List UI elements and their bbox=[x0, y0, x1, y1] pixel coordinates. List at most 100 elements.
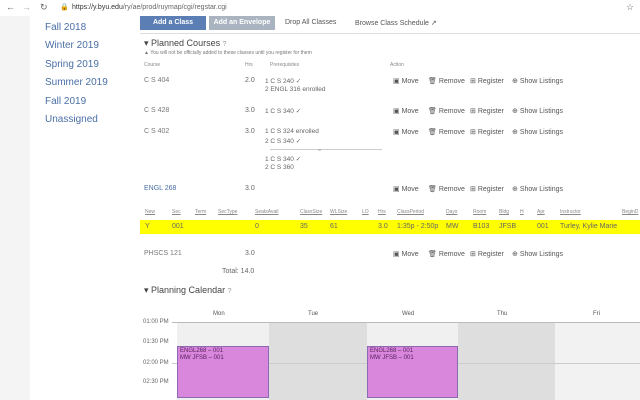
forward-icon[interactable]: → bbox=[22, 2, 31, 12]
listings-button[interactable]: ⊕ Show Listings bbox=[512, 128, 563, 136]
course-code[interactable]: C S 404 bbox=[144, 77, 169, 84]
remove-button[interactable]: 🗑 Remove bbox=[428, 250, 465, 258]
section-cell: 3.0 bbox=[378, 223, 388, 230]
section-col-header[interactable]: Bldg bbox=[499, 209, 509, 215]
course-code[interactable]: PHSCS 121 bbox=[144, 250, 182, 257]
move-button[interactable]: ▣ Move bbox=[393, 185, 419, 193]
browse-schedule-link[interactable]: Browse Class Schedule ↗ bbox=[355, 19, 437, 27]
calendar-time-label: 01:00 PM bbox=[143, 319, 169, 325]
course-code[interactable]: ENGL 268 bbox=[144, 185, 176, 192]
calendar-day-header: Mon bbox=[213, 311, 225, 317]
calendar-time-label: 02:00 PM bbox=[143, 360, 169, 366]
planned-courses-heading[interactable]: ▾ Planned Courses ? bbox=[144, 38, 227, 49]
register-label: Register bbox=[477, 186, 504, 193]
remove-button[interactable]: 🗑 Remove bbox=[428, 77, 465, 85]
back-icon[interactable]: ← bbox=[6, 2, 15, 12]
move-button[interactable]: ▣ Move bbox=[393, 77, 419, 85]
section-header-row: New Sec Term SecType SeatsAvail ClassSize WLSi… bbox=[140, 208, 640, 218]
register-label: Register bbox=[477, 78, 504, 85]
section-row[interactable]: Y 001 0 35 61 3.0 1:35p - 2:50p MW B103 JFSB 001 Tu… bbox=[140, 220, 640, 234]
remove-label: Remove bbox=[438, 251, 465, 258]
section-col-header[interactable]: Room bbox=[473, 209, 486, 215]
register-button[interactable]: ⊞ Register bbox=[470, 128, 504, 136]
warning-text: ▲ You will not be officially added to th… bbox=[144, 50, 312, 56]
move-button[interactable]: ▣ Move bbox=[393, 250, 419, 258]
remove-icon: 🗑 bbox=[428, 108, 439, 115]
listings-button[interactable]: ⊕ Show Listings bbox=[512, 250, 563, 258]
lock-icon: 🔒 bbox=[60, 4, 69, 11]
col-course: Course bbox=[144, 62, 161, 68]
section-cell: JFSB bbox=[499, 223, 517, 230]
reload-icon[interactable]: ↻ bbox=[40, 2, 48, 13]
section-col-header[interactable]: SecType bbox=[218, 209, 237, 215]
section-col-header[interactable]: H bbox=[520, 209, 524, 215]
remove-label: Remove bbox=[438, 186, 465, 193]
remove-button[interactable]: 🗑 Remove bbox=[428, 185, 465, 193]
register-button[interactable]: ⊞ Register bbox=[470, 107, 504, 115]
register-button[interactable]: ⊞ Register bbox=[470, 250, 504, 258]
section-cell: 001 bbox=[537, 223, 549, 230]
register-button[interactable]: ⊞ Register bbox=[470, 185, 504, 193]
add-envelope-button[interactable]: Add an Envelope bbox=[209, 16, 275, 30]
help-icon[interactable]: ? bbox=[228, 288, 232, 295]
section-col-header[interactable]: Instructor bbox=[560, 209, 581, 215]
section-col-header[interactable]: WLSize bbox=[330, 209, 347, 215]
prereq-or: or bbox=[318, 147, 322, 152]
listings-label: Show Listings bbox=[519, 251, 564, 258]
calendar-event-mon[interactable]: ENGL268 – 001 MW JFSB – 001 bbox=[177, 346, 269, 398]
drop-all-button[interactable]: Drop All Classes bbox=[285, 19, 336, 26]
section-col-header[interactable]: Sec bbox=[172, 209, 181, 215]
term-winter-2019[interactable]: Winter 2019 bbox=[45, 40, 99, 51]
event-location: MW JFSB – 001 bbox=[180, 355, 224, 361]
listings-label: Show Listings bbox=[519, 129, 564, 136]
section-col-header[interactable]: SeatsAvail bbox=[255, 209, 279, 215]
term-fall-2019[interactable]: Fall 2019 bbox=[45, 96, 86, 107]
listings-button[interactable]: ⊕ Show Listings bbox=[512, 107, 563, 115]
calendar-time-label: 02:30 PM bbox=[143, 379, 169, 385]
term-summer-2019[interactable]: Summer 2019 bbox=[45, 77, 108, 88]
star-icon[interactable]: ☆ bbox=[626, 2, 634, 13]
listings-icon: ⊕ bbox=[512, 129, 520, 136]
course-code[interactable]: C S 402 bbox=[144, 128, 169, 135]
col-action: Action bbox=[390, 62, 404, 68]
remove-button[interactable]: 🗑 Remove bbox=[428, 128, 465, 136]
section-col-header[interactable]: New bbox=[145, 209, 155, 215]
section-col-header[interactable]: ClassSize bbox=[300, 209, 322, 215]
section-col-header[interactable]: ClassPeriod bbox=[397, 209, 424, 215]
section-col-header[interactable]: Hrs bbox=[378, 209, 386, 215]
register-button[interactable]: ⊞ Register bbox=[470, 77, 504, 85]
calendar-day-header: Thu bbox=[497, 311, 508, 317]
move-button[interactable]: ▣ Move bbox=[393, 107, 419, 115]
term-unassigned[interactable]: Unassigned bbox=[45, 114, 98, 125]
section-col-header[interactable]: Term bbox=[195, 209, 206, 215]
section-col-header[interactable]: Days bbox=[446, 209, 457, 215]
col-hrs: Hrs bbox=[245, 62, 253, 68]
section-col-header[interactable]: LO bbox=[362, 209, 369, 215]
listings-button[interactable]: ⊕ Show Listings bbox=[512, 185, 563, 193]
section-col-header[interactable]: Apr bbox=[537, 209, 545, 215]
remove-label: Remove bbox=[438, 129, 465, 136]
remove-icon: 🗑 bbox=[428, 186, 439, 193]
prereq-item: 2 C S 340 ✓ bbox=[265, 138, 302, 145]
section-col-header[interactable]: BeginD bbox=[622, 209, 638, 215]
term-spring-2019[interactable]: Spring 2019 bbox=[45, 59, 99, 70]
course-code[interactable]: C S 428 bbox=[144, 107, 169, 114]
calendar-time-label: 01:30 PM bbox=[143, 339, 169, 345]
planning-calendar-heading[interactable]: ▾ Planning Calendar ? bbox=[144, 285, 232, 296]
listings-icon: ⊕ bbox=[512, 186, 520, 193]
prereq-item: 1 C S 340 ✓ bbox=[265, 156, 302, 163]
remove-button[interactable]: 🗑 Remove bbox=[428, 107, 465, 115]
url-input[interactable]: https://y.byu.edu/ry/ae/prod/ruymap/cgi/… bbox=[72, 4, 227, 11]
move-label: Move bbox=[401, 108, 419, 115]
listings-button[interactable]: ⊕ Show Listings bbox=[512, 77, 563, 85]
remove-icon: 🗑 bbox=[428, 78, 439, 85]
help-icon[interactable]: ? bbox=[223, 41, 227, 48]
register-icon: ⊞ bbox=[470, 129, 478, 136]
calendar-day-header: Fri bbox=[593, 311, 600, 317]
move-button[interactable]: ▣ Move bbox=[393, 128, 419, 136]
term-fall-2018[interactable]: Fall 2018 bbox=[45, 22, 86, 33]
add-class-button[interactable]: Add a Class bbox=[140, 16, 206, 30]
calendar-event-wed[interactable]: ENGL268 – 001 MW JFSB – 001 bbox=[367, 346, 458, 398]
total-hours: Total: 14.0 bbox=[222, 268, 255, 275]
remove-icon: 🗑 bbox=[428, 251, 439, 258]
